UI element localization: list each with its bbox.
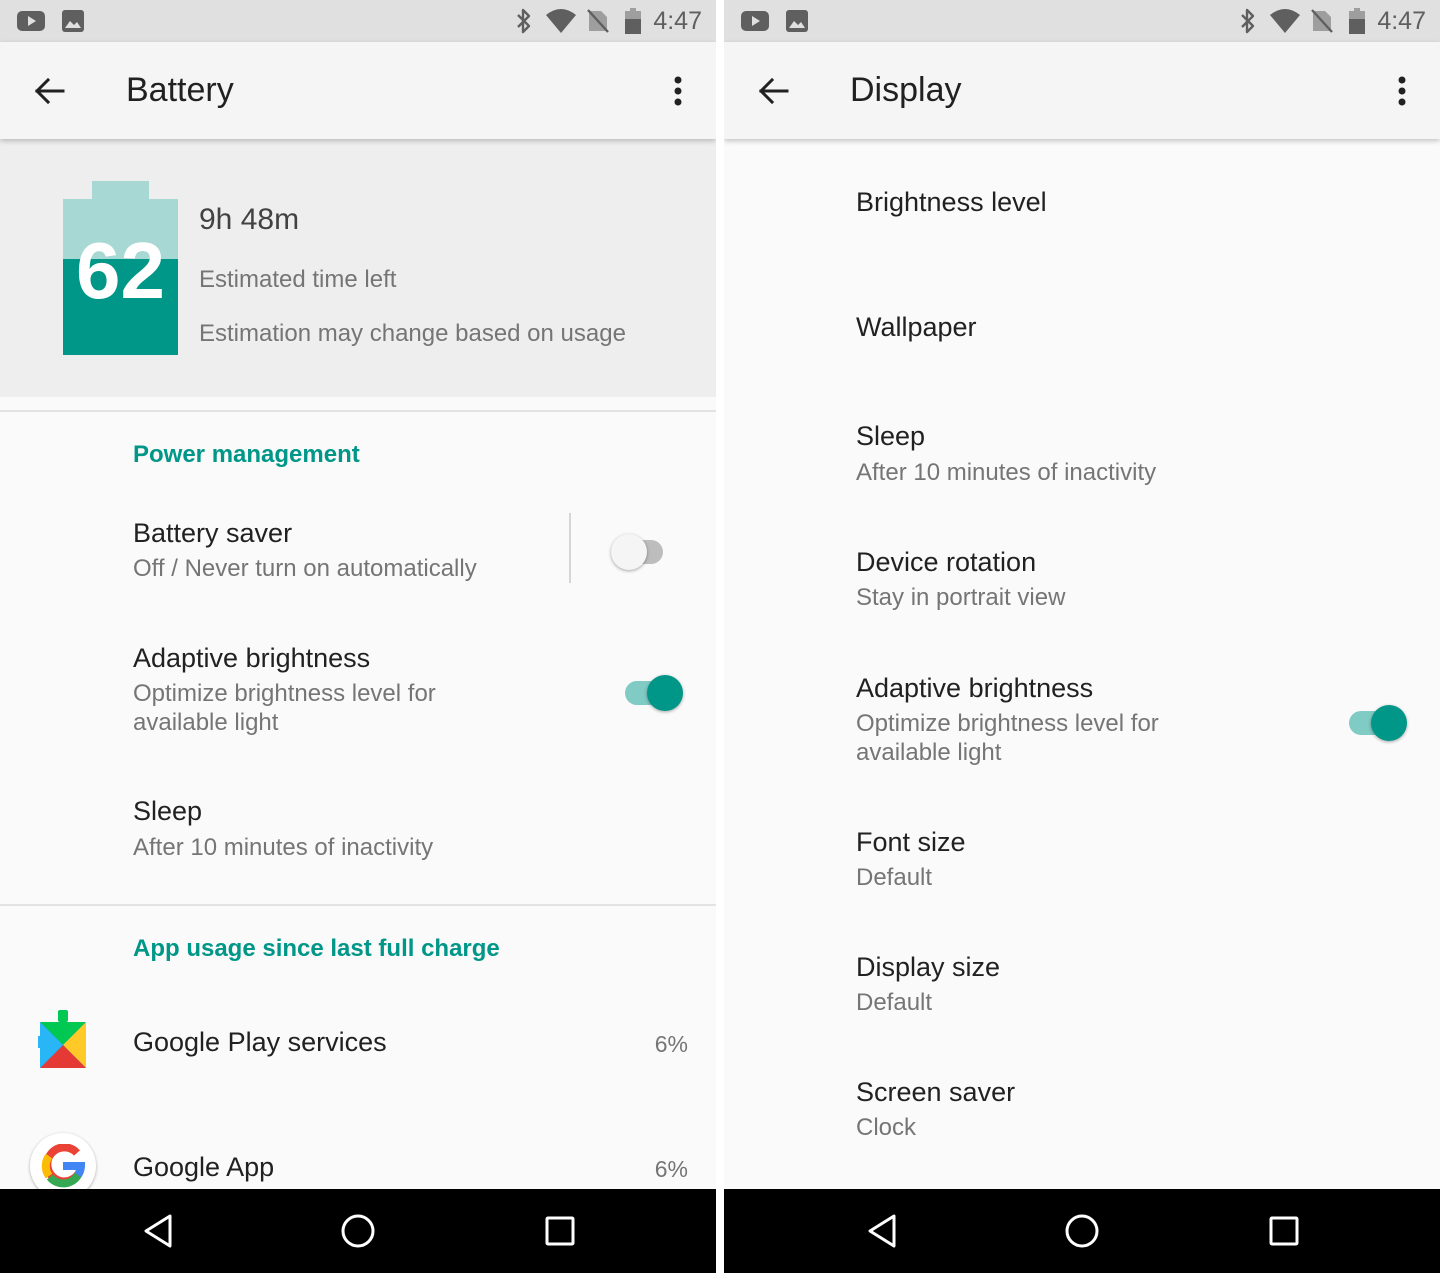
- battery-icon: [1346, 0, 1368, 42]
- item-subtitle: Default: [856, 989, 933, 1016]
- gallery-icon: [60, 0, 86, 42]
- item-title: Sleep: [856, 421, 926, 451]
- more-options-button[interactable]: [660, 64, 696, 118]
- item-title: Battery saver: [133, 518, 293, 548]
- screen-saver-item[interactable]: Screen saver Clock: [724, 1060, 1440, 1165]
- item-title: Sleep: [133, 796, 203, 826]
- app-usage-item[interactable]: Google Play services 6%: [0, 1000, 716, 1090]
- adaptive-brightness-switch[interactable]: [1349, 699, 1409, 741]
- more-vert-icon: [1398, 76, 1406, 106]
- app-name: Google App: [133, 1152, 275, 1182]
- nav-back-icon: [868, 1214, 896, 1248]
- bluetooth-icon: [512, 0, 536, 42]
- item-title: Device rotation: [856, 547, 1037, 577]
- youtube-icon: [16, 0, 46, 42]
- back-button[interactable]: [22, 64, 76, 118]
- sleep-item[interactable]: Sleep After 10 minutes of inactivity: [0, 780, 716, 880]
- item-subtitle: After 10 minutes of inactivity: [133, 834, 434, 861]
- status-time: 4:47: [1377, 7, 1426, 35]
- device-rotation-item[interactable]: Device rotation Stay in portrait view: [724, 530, 1440, 635]
- no-sim-icon: [586, 0, 610, 42]
- nav-recents-icon: [1269, 1216, 1299, 1246]
- item-subtitle: Stay in portrait view: [856, 584, 1066, 611]
- arrow-back-icon: [34, 77, 65, 105]
- item-title: Adaptive brightness: [133, 643, 371, 673]
- app-usage-header: App usage since last full charge: [133, 935, 500, 962]
- adaptive-brightness-item[interactable]: Adaptive brightness Optimize brightness …: [0, 625, 716, 760]
- no-sim-icon: [1310, 0, 1334, 42]
- battery-saver-item[interactable]: Battery saver Off / Never turn on automa…: [0, 500, 716, 600]
- app-usage-item[interactable]: Google App 6%: [0, 1125, 716, 1199]
- app-usage-percent: 6%: [654, 1031, 688, 1057]
- item-title: Screen saver: [856, 1077, 1016, 1107]
- item-subtitle: Off / Never turn on automatically: [133, 555, 477, 582]
- power-management-header: Power management: [133, 441, 360, 468]
- nav-recents-button[interactable]: [1254, 1203, 1314, 1259]
- sleep-item[interactable]: Sleep After 10 minutes of inactivity: [724, 405, 1440, 510]
- battery-screen: 4:47 Battery 62 9h 48m Estimated time le…: [0, 0, 716, 1273]
- display-screen: 4:47 Display Brightness level Wallpaper …: [724, 0, 1440, 1273]
- youtube-icon: [740, 0, 770, 42]
- nav-back-button[interactable]: [852, 1203, 912, 1259]
- item-title: Adaptive brightness: [856, 673, 1094, 703]
- navigation-bar: [724, 1189, 1440, 1273]
- item-title: Font size: [856, 827, 966, 857]
- status-bar: 4:47: [0, 0, 716, 42]
- battery-saver-switch[interactable]: [611, 528, 675, 570]
- item-separator: [569, 513, 571, 583]
- adaptive-brightness-switch[interactable]: [625, 669, 685, 711]
- estimation-note: Estimation may change based on usage: [199, 320, 626, 347]
- back-button[interactable]: [746, 64, 800, 118]
- nav-home-icon: [1065, 1214, 1099, 1248]
- item-subtitle: Default: [856, 864, 933, 891]
- brightness-level-item[interactable]: Brightness level: [724, 160, 1440, 260]
- item-subtitle: Optimize brightness level for available …: [133, 680, 436, 736]
- arrow-back-icon: [758, 77, 789, 105]
- estimated-time-label: Estimated time left: [199, 266, 397, 293]
- bluetooth-icon: [1236, 0, 1260, 42]
- estimated-time: 9h 48m: [199, 203, 300, 236]
- app-usage-percent: 6%: [654, 1156, 688, 1182]
- nav-recents-icon: [545, 1216, 575, 1246]
- nav-back-button[interactable]: [128, 1203, 188, 1259]
- nav-recents-button[interactable]: [530, 1203, 590, 1259]
- item-title: Brightness level: [856, 187, 1047, 217]
- nav-home-icon: [341, 1214, 375, 1248]
- wallpaper-item[interactable]: Wallpaper: [724, 285, 1440, 385]
- item-title: Display size: [856, 952, 1001, 982]
- adaptive-brightness-item[interactable]: Adaptive brightness Optimize brightness …: [724, 655, 1440, 790]
- app-name: Google Play services: [133, 1027, 387, 1057]
- battery-icon: [622, 0, 644, 42]
- wifi-icon: [1269, 0, 1301, 42]
- google-play-services-icon: [33, 1010, 93, 1070]
- status-bar: 4:47: [724, 0, 1440, 42]
- battery-summary: 62 9h 48m Estimated time left Estimation…: [0, 139, 716, 397]
- divider: [0, 904, 716, 906]
- app-bar: Battery: [0, 42, 716, 139]
- nav-home-button[interactable]: [1052, 1203, 1112, 1259]
- item-subtitle: Clock: [856, 1114, 917, 1141]
- item-title: Wallpaper: [856, 312, 977, 342]
- status-time: 4:47: [653, 7, 702, 35]
- nav-home-button[interactable]: [328, 1203, 388, 1259]
- divider: [0, 410, 716, 412]
- more-vert-icon: [674, 76, 682, 106]
- gallery-icon: [784, 0, 810, 42]
- battery-level-percent: 62: [76, 226, 165, 315]
- item-subtitle: Optimize brightness level for available …: [856, 710, 1159, 766]
- item-subtitle: After 10 minutes of inactivity: [856, 459, 1157, 486]
- app-bar: Display: [724, 42, 1440, 139]
- navigation-bar: [0, 1189, 716, 1273]
- page-title: Display: [850, 71, 962, 109]
- nav-back-icon: [144, 1214, 172, 1248]
- more-options-button[interactable]: [1384, 64, 1420, 118]
- page-title: Battery: [126, 71, 234, 109]
- font-size-item[interactable]: Font size Default: [724, 810, 1440, 915]
- display-size-item[interactable]: Display size Default: [724, 935, 1440, 1040]
- wifi-icon: [545, 0, 577, 42]
